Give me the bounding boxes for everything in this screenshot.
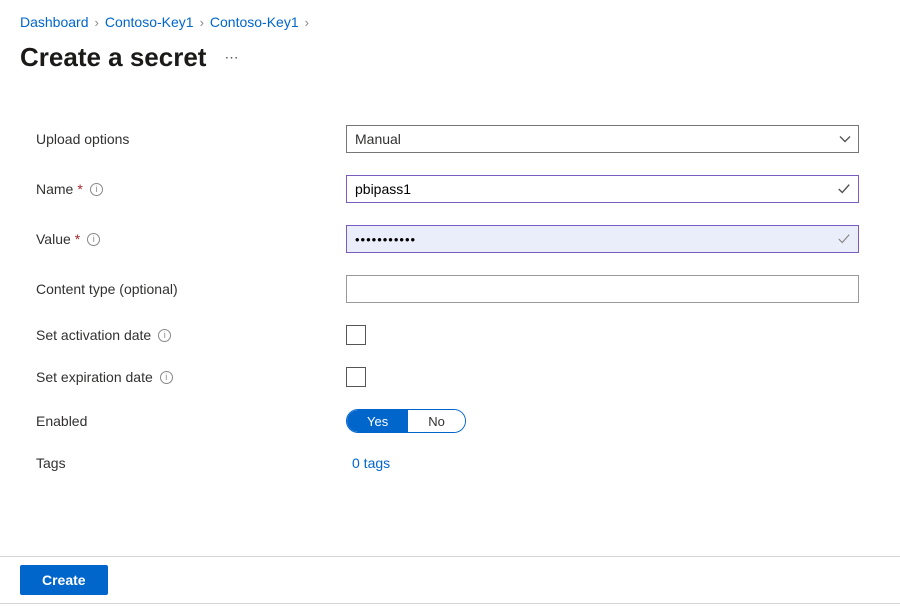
info-icon[interactable]: i xyxy=(87,233,100,246)
label-content-type: Content type (optional) xyxy=(36,281,346,297)
chevron-right-icon: › xyxy=(305,15,309,30)
chevron-right-icon: › xyxy=(95,15,99,30)
label-value: Value * i xyxy=(36,231,346,247)
label-value-text: Value xyxy=(36,231,71,247)
label-expiration-date-text: Set expiration date xyxy=(36,369,153,385)
info-icon[interactable]: i xyxy=(158,329,171,342)
field-value: Value * i xyxy=(36,225,860,253)
field-expiration-date: Set expiration date i xyxy=(36,367,860,387)
label-upload-options: Upload options xyxy=(36,131,346,147)
label-name: Name * i xyxy=(36,181,346,197)
label-activation-date: Set activation date i xyxy=(36,327,346,343)
breadcrumb: Dashboard › Contoso-Key1 › Contoso-Key1 … xyxy=(0,0,900,36)
field-enabled: Enabled Yes No xyxy=(36,409,860,433)
breadcrumb-contoso-key1-2[interactable]: Contoso-Key1 xyxy=(210,14,299,30)
value-input[interactable] xyxy=(346,225,859,253)
name-input[interactable] xyxy=(346,175,859,203)
info-icon[interactable]: i xyxy=(90,183,103,196)
field-content-type: Content type (optional) xyxy=(36,275,860,303)
more-actions-button[interactable]: ⋯ xyxy=(224,49,240,66)
label-tags: Tags xyxy=(36,455,346,471)
enabled-toggle: Yes No xyxy=(346,409,466,433)
footer: Create xyxy=(0,556,900,604)
page-title: Create a secret xyxy=(20,42,206,73)
chevron-right-icon: › xyxy=(200,15,204,30)
activation-date-checkbox[interactable] xyxy=(346,325,366,345)
label-activation-date-text: Set activation date xyxy=(36,327,151,343)
label-enabled: Enabled xyxy=(36,413,346,429)
enabled-toggle-yes[interactable]: Yes xyxy=(347,410,408,432)
form: Upload options Manual Name * i xyxy=(0,73,900,505)
label-expiration-date: Set expiration date i xyxy=(36,369,346,385)
create-button[interactable]: Create xyxy=(20,565,108,595)
breadcrumb-contoso-key1-1[interactable]: Contoso-Key1 xyxy=(105,14,194,30)
field-activation-date: Set activation date i xyxy=(36,325,860,345)
tags-link[interactable]: 0 tags xyxy=(346,455,390,471)
enabled-toggle-no[interactable]: No xyxy=(408,410,465,432)
upload-options-select[interactable]: Manual xyxy=(346,125,859,153)
required-asterisk: * xyxy=(75,231,80,247)
breadcrumb-dashboard[interactable]: Dashboard xyxy=(20,14,89,30)
expiration-date-checkbox[interactable] xyxy=(346,367,366,387)
label-name-text: Name xyxy=(36,181,73,197)
content-type-input[interactable] xyxy=(346,275,859,303)
info-icon[interactable]: i xyxy=(160,371,173,384)
field-name: Name * i xyxy=(36,175,860,203)
field-tags: Tags 0 tags xyxy=(36,455,860,471)
required-asterisk: * xyxy=(77,181,82,197)
field-upload-options: Upload options Manual xyxy=(36,125,860,153)
page-title-row: Create a secret ⋯ xyxy=(0,36,900,73)
